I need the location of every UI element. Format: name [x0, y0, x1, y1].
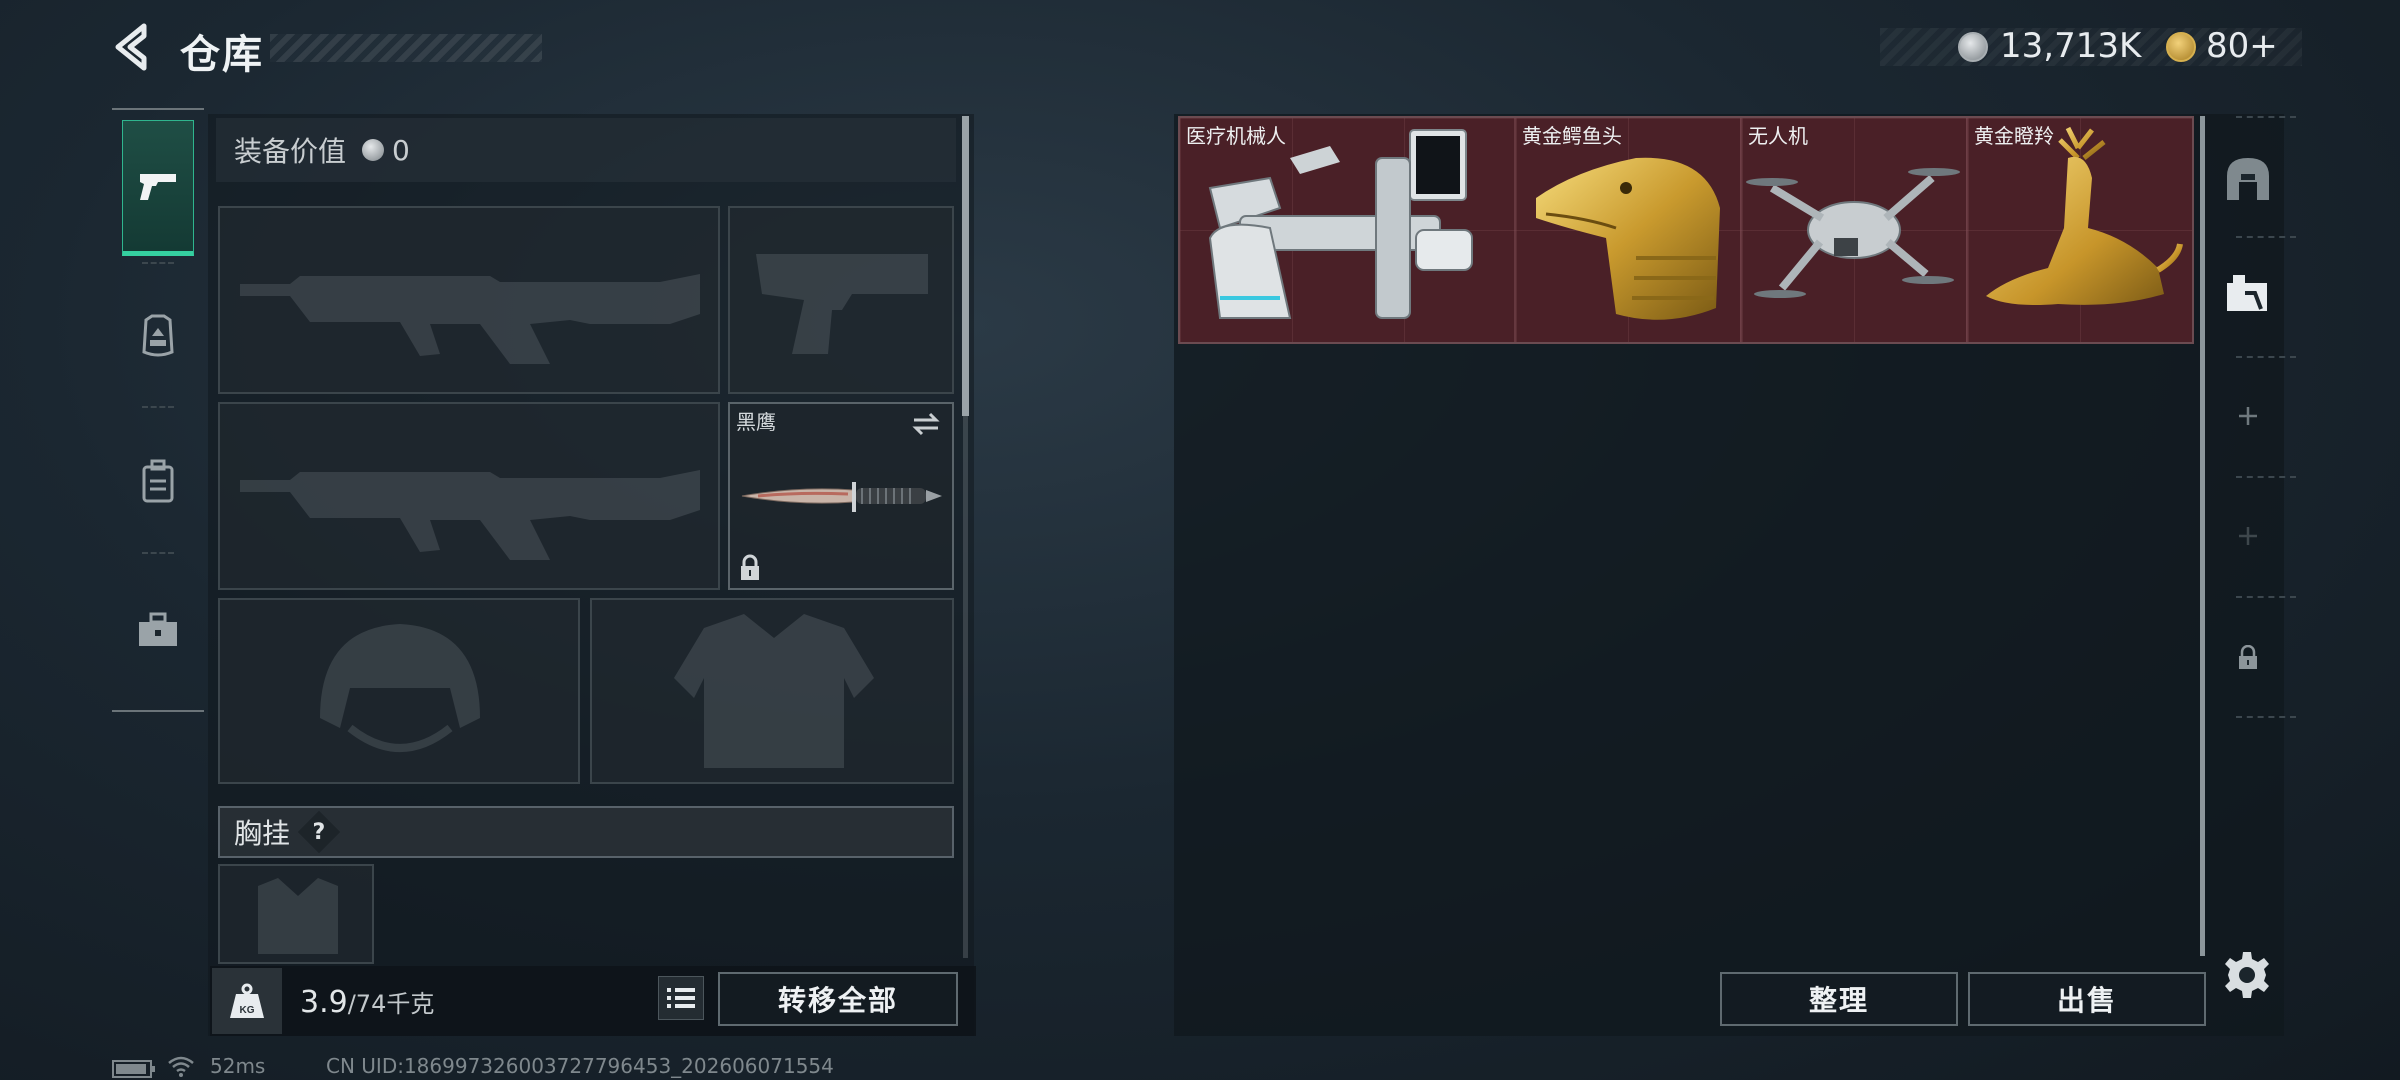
plus-icon	[2239, 527, 2257, 545]
item-name: 黄金鳄鱼头	[1522, 124, 1622, 148]
weight-value: 3.9	[300, 985, 348, 1020]
tab-armor[interactable]	[122, 268, 194, 404]
gear-icon	[2225, 952, 2269, 998]
rig-icon	[142, 314, 174, 357]
tab-case[interactable]	[122, 562, 194, 698]
chest-rig-header: 胸挂 ?	[218, 806, 954, 858]
svg-text:KG: KG	[240, 1005, 255, 1016]
tab-divider	[142, 406, 174, 408]
pistol-silhouette-icon	[756, 254, 928, 354]
strip-divider	[2236, 596, 2296, 598]
help-button[interactable]: ?	[297, 810, 341, 854]
golden-gazelle-icon	[1986, 126, 2183, 305]
silver-coin-icon	[1958, 32, 1988, 62]
helmet-silhouette-icon	[320, 624, 480, 752]
sort-button[interactable]: 整理	[1720, 972, 1958, 1026]
add-slot-button[interactable]	[2220, 388, 2276, 444]
ping-readout: 52ms	[210, 1054, 266, 1078]
plus-icon	[2239, 407, 2257, 425]
kg-weight-icon: KG	[230, 983, 264, 1018]
help-icon: ?	[312, 819, 326, 845]
strip-divider	[2236, 476, 2296, 478]
list-view-button[interactable]	[658, 976, 704, 1020]
bunker-icon	[2227, 158, 2269, 200]
add-slot-button[interactable]	[2220, 508, 2276, 564]
list-icon	[667, 988, 695, 1008]
equipment-value-bar: 装备价值 0	[216, 118, 956, 182]
stash-scrollbar[interactable]	[2200, 116, 2205, 956]
pistol-slot[interactable]	[728, 206, 954, 394]
vest-silhouette-icon	[674, 614, 874, 768]
transfer-all-button[interactable]: 转移全部	[718, 972, 958, 1026]
silver-amount: 13,713K	[2000, 26, 2142, 66]
strip-divider	[2236, 716, 2296, 718]
title-decoration	[270, 34, 542, 62]
user-uid: CN UID:186997326003727796453_20260607155…	[326, 1054, 834, 1078]
tab-divider	[142, 262, 174, 264]
medical-robot-icon	[1208, 129, 1473, 319]
melee-slot[interactable]: 黑鹰	[728, 402, 954, 590]
rifle-silhouette-icon	[240, 470, 700, 560]
drone-icon	[1746, 168, 1960, 298]
locked-slot[interactable]	[2220, 630, 2276, 686]
toolbox-icon	[139, 612, 177, 646]
knife-name: 黑鹰	[736, 410, 776, 434]
settings-button[interactable]	[2222, 950, 2272, 1000]
equipment-scroll-thumb[interactable]	[962, 116, 969, 416]
golden-crocodile-head-icon	[1536, 157, 1720, 320]
weight-icon-box: KG	[212, 968, 282, 1034]
chest-rig-slot[interactable]	[218, 864, 374, 964]
battery-icon	[112, 1060, 155, 1078]
item-name: 医疗机械人	[1186, 124, 1286, 148]
sell-button[interactable]: 出售	[1968, 972, 2206, 1026]
side-slot-bunker[interactable]	[2220, 150, 2276, 206]
body-armor-slot[interactable]	[590, 598, 954, 784]
stash-item[interactable]: 黄金瞪羚	[1968, 118, 2192, 342]
helmet-slot[interactable]	[218, 598, 580, 784]
strip-divider	[2236, 356, 2296, 358]
back-button[interactable]	[110, 22, 156, 72]
lock-icon	[741, 554, 759, 580]
equipment-value-label: 装备价值	[234, 135, 347, 168]
weight-limit: /74千克	[347, 990, 435, 1018]
tab-divider	[142, 552, 174, 554]
rifle-silhouette-icon	[240, 274, 700, 364]
combat-knife-icon	[741, 482, 942, 512]
strip-divider	[2236, 236, 2296, 238]
gold-coin-icon	[2166, 32, 2196, 62]
stash-item[interactable]: 黄金鳄鱼头	[1516, 118, 1742, 342]
secondary-weapon-slot[interactable]	[218, 402, 720, 590]
swap-icon[interactable]	[910, 410, 942, 438]
gold-amount[interactable]: 80+	[2206, 26, 2278, 66]
stash-item[interactable]: 无人机	[1742, 118, 1968, 342]
backpack-icon	[142, 459, 174, 503]
container-icon	[2227, 275, 2267, 311]
strip-divider	[2236, 116, 2296, 118]
equipment-value: 0	[392, 133, 410, 167]
side-slot-container[interactable]	[2220, 264, 2276, 320]
chest-rig-silhouette-icon	[258, 878, 338, 954]
item-name: 无人机	[1748, 124, 1808, 148]
lock-icon	[2239, 645, 2257, 669]
stash-item[interactable]: 医疗机械人	[1180, 118, 1516, 342]
item-name: 黄金瞪羚	[1974, 124, 2054, 148]
back-arrow-icon	[115, 23, 147, 71]
wifi-icon	[168, 1056, 194, 1077]
tab-weapons[interactable]	[122, 120, 194, 256]
silver-coin-icon	[362, 139, 385, 161]
page-title: 仓库	[180, 32, 264, 78]
chest-rig-label: 胸挂	[234, 817, 291, 850]
primary-weapon-slot[interactable]	[218, 206, 720, 394]
pistol-icon	[140, 174, 176, 200]
tab-backpack[interactable]	[122, 414, 194, 550]
weight-readout: 3.9/74千克	[300, 984, 434, 1020]
